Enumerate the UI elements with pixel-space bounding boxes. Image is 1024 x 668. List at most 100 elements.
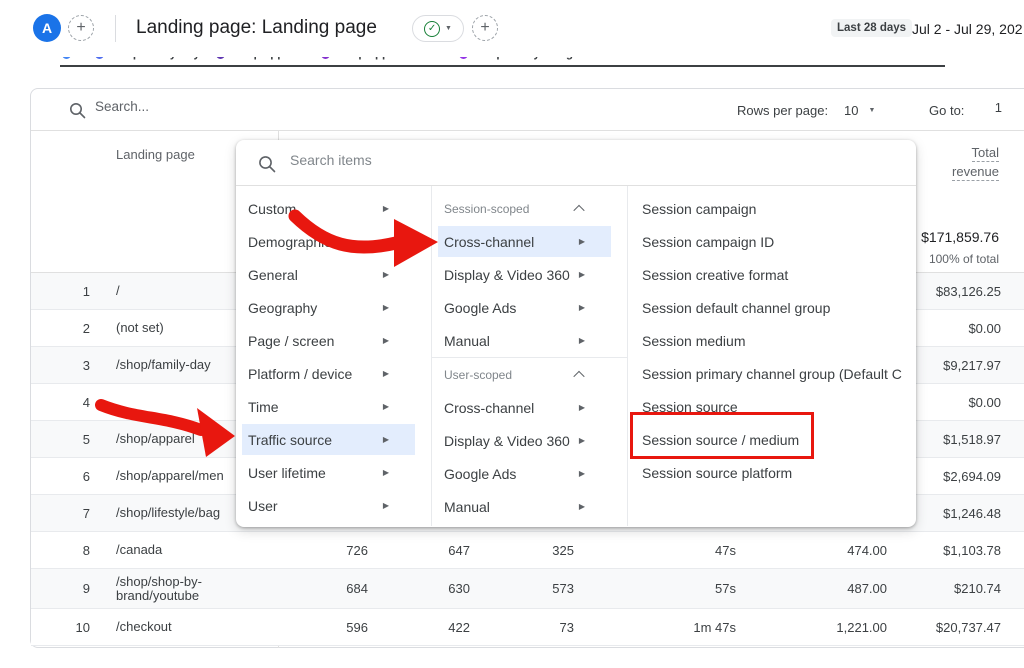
menu-item-label: Manual xyxy=(444,333,490,349)
menu-item-geography[interactable]: Geography▶ xyxy=(236,291,431,324)
menu-item-user[interactable]: User▶ xyxy=(236,489,431,522)
menu-item-session-scoped-manual[interactable]: Manual ▶ xyxy=(432,324,627,357)
menu-item-demographics[interactable]: Demographics▶ xyxy=(236,225,431,258)
menu-item-label: Display & Video 360 xyxy=(444,433,570,449)
metric-cell-3: 325 xyxy=(470,543,574,558)
metric-cell-1: 596 xyxy=(278,620,368,635)
report-status-pill[interactable]: ✓ ▼ xyxy=(412,15,464,42)
menu-scope-column: Session-scopedCross-channel▶Display & Vi… xyxy=(432,186,628,526)
chevron-up-icon xyxy=(573,204,584,215)
menu-search-row xyxy=(236,140,916,186)
menu-dimension-column: Session campaignSession campaign IDSessi… xyxy=(628,186,916,526)
menu-item-session-creative-format[interactable]: Session creative format xyxy=(628,258,916,291)
submenu-arrow-icon: ▶ xyxy=(579,336,585,345)
submenu-arrow-icon: ▶ xyxy=(383,237,389,246)
total-revenue-header-line2: revenue xyxy=(952,164,999,181)
row-number: 1 xyxy=(31,284,106,299)
menu-item-label: User lifetime xyxy=(248,465,326,481)
row-number: 10 xyxy=(31,620,106,635)
totals-row: $171,859.76 100% of total xyxy=(921,229,999,266)
total-revenue-cell: $210.74 xyxy=(887,581,1001,596)
page-title: Landing page: Landing page xyxy=(136,17,377,39)
menu-item-session-source[interactable]: Session source xyxy=(628,390,916,423)
menu-item-label: Manual xyxy=(444,499,490,515)
submenu-arrow-icon: ▶ xyxy=(579,270,585,279)
top-header-bar: A + Landing page: Landing page ✓ ▼ + Las… xyxy=(0,0,1024,57)
search-icon xyxy=(258,155,276,173)
menu-item-label: Cross-channel xyxy=(444,234,534,250)
menu-item-page-screen[interactable]: Page / screen▶ xyxy=(236,324,431,357)
menu-item-session-source-medium[interactable]: Session source / medium xyxy=(628,423,916,456)
search-icon xyxy=(69,102,86,119)
menu-item-label: Time xyxy=(248,399,279,415)
metric-cell-2: 647 xyxy=(368,543,470,558)
menu-scope-header-user-scoped[interactable]: User-scoped xyxy=(432,358,627,391)
chevron-down-icon: ▼ xyxy=(868,107,875,114)
add-comparison-button[interactable]: + xyxy=(68,15,94,41)
header-divider xyxy=(115,15,116,42)
metric-cell-5: 487.00 xyxy=(736,581,887,596)
metric-cell-2: 630 xyxy=(368,581,470,596)
menu-item-label: Cross-channel xyxy=(444,400,534,416)
menu-item-user-scoped-google-ads[interactable]: Google Ads▶ xyxy=(432,457,627,490)
table-toolbar: Rows per page: 10 ▼ Go to: xyxy=(31,89,1024,131)
go-to-page-input[interactable] xyxy=(976,100,1002,115)
metric-cell-5: 1,221.00 xyxy=(736,620,887,635)
dimension-picker-menu: Custom▶Demographics▶General▶Geography▶Pa… xyxy=(236,140,916,527)
rows-per-page-select[interactable]: 10 ▼ xyxy=(844,103,875,118)
table-row[interactable]: 8/canada72664732547s474.00$1,103.78 xyxy=(31,532,1024,569)
row-number: 7 xyxy=(31,506,106,521)
table-search-input[interactable] xyxy=(95,99,395,114)
landing-page-column-header[interactable]: Landing page xyxy=(116,147,195,162)
menu-item-label: Google Ads xyxy=(444,300,516,316)
row-number: 6 xyxy=(31,469,106,484)
menu-item-session-source-platform[interactable]: Session source platform xyxy=(628,456,916,489)
table-row[interactable]: 9/shop/shop-by-brand/youtube68463057357s… xyxy=(31,569,1024,609)
total-revenue-cell: $20,737.47 xyxy=(887,620,1001,635)
metric-cell-3: 573 xyxy=(470,581,574,596)
submenu-arrow-icon: ▶ xyxy=(383,303,389,312)
menu-scope-label: User-scoped xyxy=(444,368,512,382)
totals-revenue: $171,859.76 xyxy=(921,229,999,245)
menu-item-session-campaign[interactable]: Session campaign xyxy=(628,192,916,225)
menu-item-label: User xyxy=(248,498,278,514)
menu-search-input[interactable] xyxy=(290,152,690,168)
menu-scope-header-session-scoped[interactable]: Session-scoped xyxy=(432,192,627,225)
menu-item-session-scoped-cross-channel[interactable]: Cross-channel▶ xyxy=(432,225,627,258)
metric-cell-5: 474.00 xyxy=(736,543,887,558)
menu-item-general[interactable]: General▶ xyxy=(236,258,431,291)
menu-item-user-lifetime[interactable]: User lifetime ▶ xyxy=(236,456,431,489)
menu-item-custom[interactable]: Custom▶ xyxy=(236,192,431,225)
check-circle-icon: ✓ xyxy=(424,21,440,37)
menu-item-user-scoped-cross-channel[interactable]: Cross-channel▶ xyxy=(432,391,627,424)
menu-item-session-campaign-id[interactable]: Session campaign ID xyxy=(628,225,916,258)
menu-item-user-scoped-manual[interactable]: Manual▶ xyxy=(432,490,627,523)
total-revenue-column-header[interactable]: Total revenue xyxy=(952,143,999,181)
date-range-preset-badge[interactable]: Last 28 days xyxy=(831,19,912,37)
menu-item-time[interactable]: Time ▶ xyxy=(236,390,431,423)
row-number: 8 xyxy=(31,543,106,558)
landing-page-cell: /checkout xyxy=(106,620,278,634)
menu-item-session-default-channel-group[interactable]: Session default channel group xyxy=(628,291,916,324)
landing-page-cell: /canada xyxy=(106,543,278,557)
menu-item-session-scoped-google-ads[interactable]: Google Ads▶ xyxy=(432,291,627,324)
chevron-up-icon xyxy=(573,370,584,381)
menu-item-session-scoped-display-video-360[interactable]: Display & Video 360 ▶ xyxy=(432,258,627,291)
date-range-value[interactable]: Jul 2 - Jul 29, 202 xyxy=(912,21,1023,37)
avatar[interactable]: A xyxy=(33,14,61,42)
submenu-arrow-icon: ▶ xyxy=(383,402,389,411)
metric-cell-4: 47s xyxy=(574,543,736,558)
menu-item-session-medium[interactable]: Session medium xyxy=(628,324,916,357)
submenu-arrow-icon: ▶ xyxy=(383,468,389,477)
table-row[interactable]: 10/checkout596422731m 47s1,221.00$20,737… xyxy=(31,609,1024,646)
menu-item-user-scoped-display-video-360[interactable]: Display & Video 360▶ xyxy=(432,424,627,457)
menu-item-label: Custom xyxy=(248,201,296,217)
submenu-arrow-icon: ▶ xyxy=(579,469,585,478)
menu-item-platform-device[interactable]: Platform / device▶ xyxy=(236,357,431,390)
menu-item-session-primary-channel-group-default-c[interactable]: Session primary channel group (Default C xyxy=(628,357,916,390)
add-metric-button[interactable]: + xyxy=(472,15,498,41)
menu-item-traffic-source[interactable]: Traffic source▶ xyxy=(236,423,431,456)
menu-item-label: Display & Video 360 xyxy=(444,267,570,283)
menu-category-column: Custom▶Demographics▶General▶Geography▶Pa… xyxy=(236,186,432,526)
menu-scope-label: Session-scoped xyxy=(444,202,529,216)
